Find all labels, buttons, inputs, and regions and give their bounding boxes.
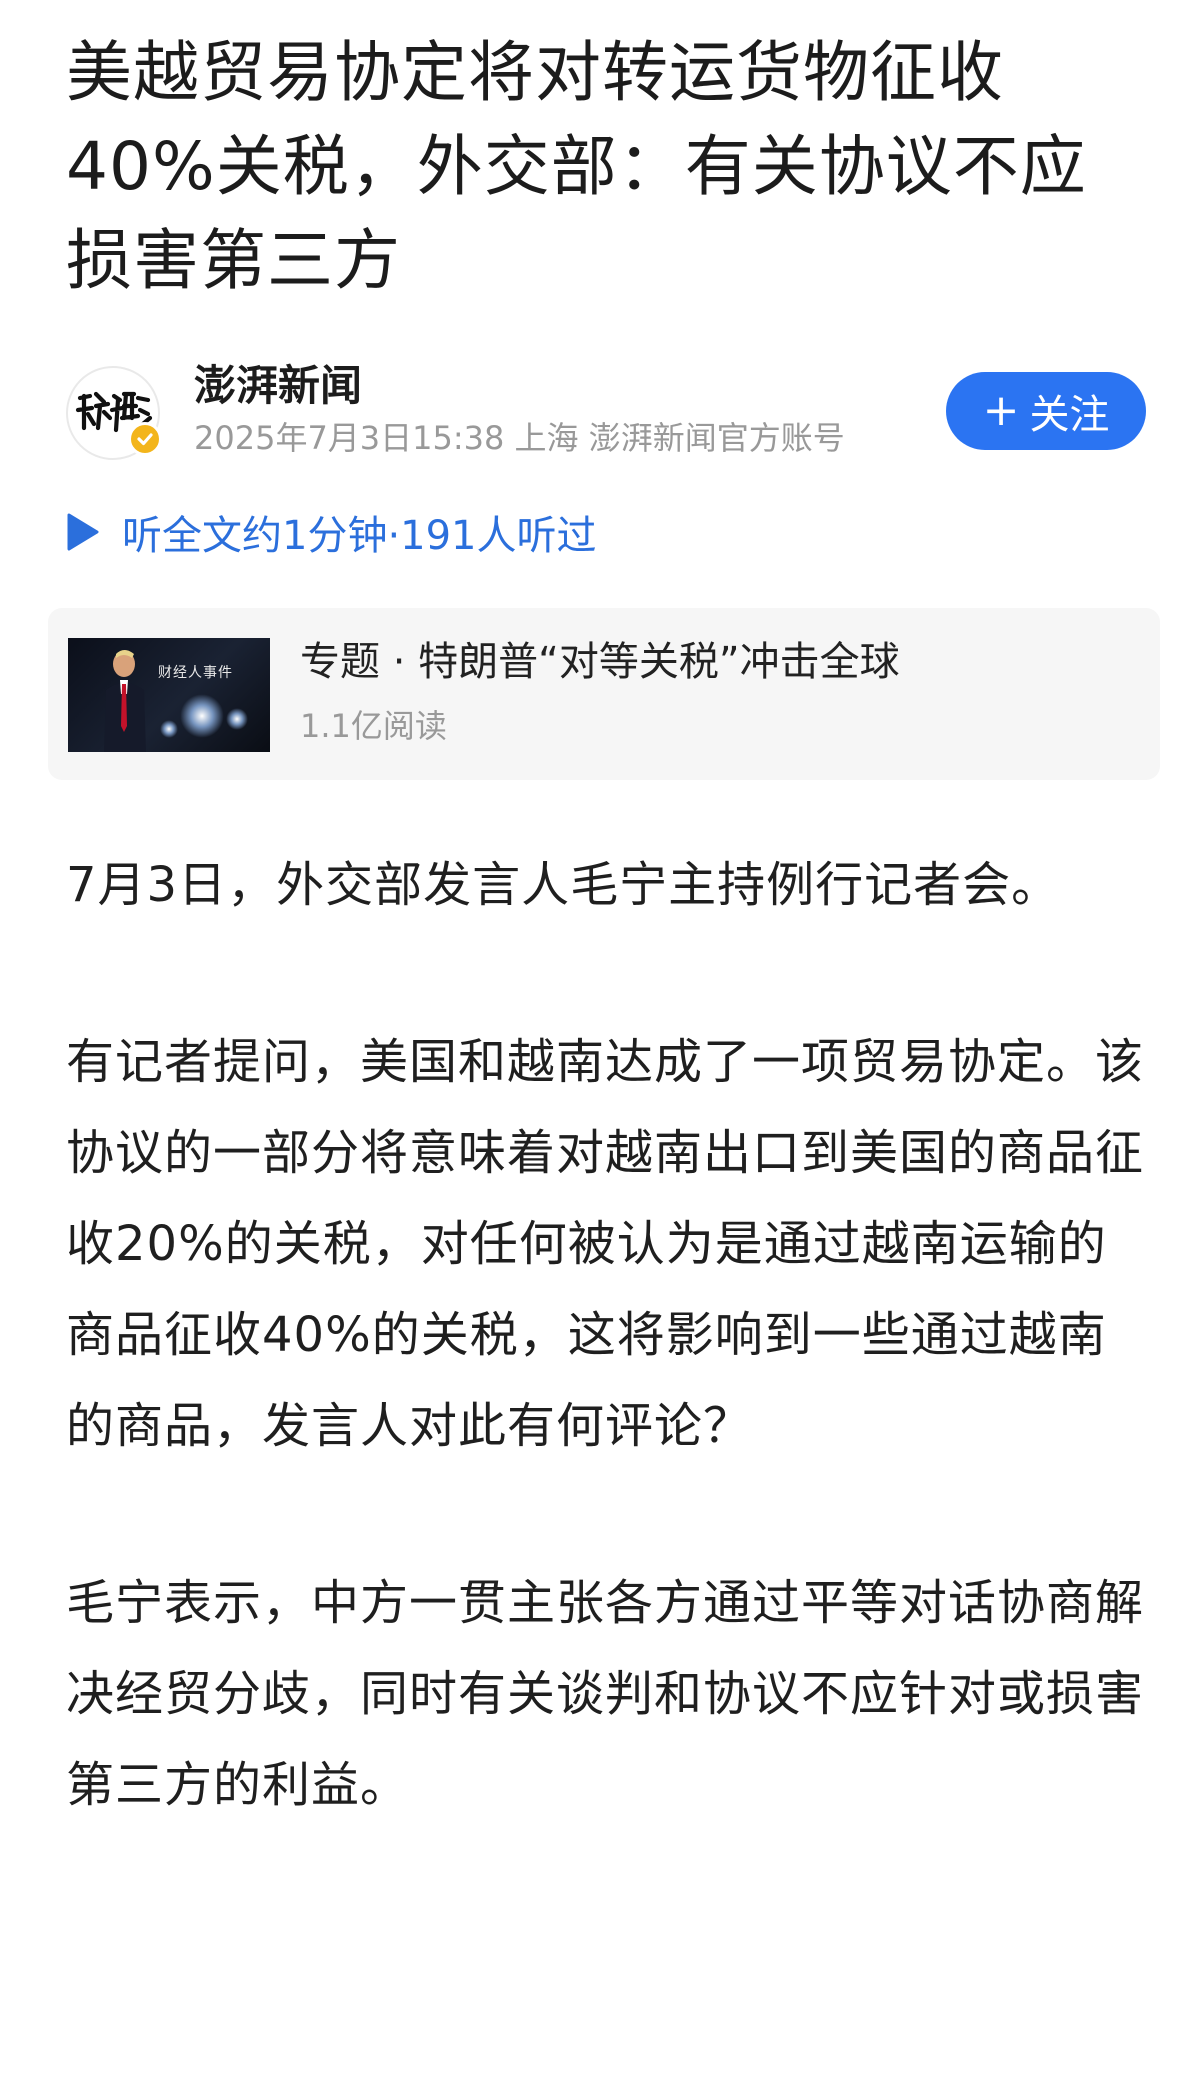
article-body: 7月3日，外交部发言人毛宁主持例行记者会。 有记者提问，美国和越南达成了一项贸易… xyxy=(66,840,1146,1917)
author-name[interactable]: 澎湃新闻 xyxy=(194,360,362,412)
listen-label: 听全文约1分钟·191人听过 xyxy=(122,513,597,559)
stage-light xyxy=(160,720,178,738)
article-title: 美越贸易协定将对转运货物征收40%关税，外交部：有关协议不应损害第三方 xyxy=(66,34,1087,299)
article-page: 美越贸易协定将对转运货物征收40%关税，外交部：有关协议不应损害第三方 澎湃新闻… xyxy=(0,0,1201,2089)
body-paragraph: 有记者提问，美国和越南达成了一项贸易协定。该协议的一部分将意味着对越南出口到美国… xyxy=(66,1034,1145,1454)
plus-icon: + xyxy=(982,385,1020,436)
author-row: 澎湃新闻 2025年7月3日15:38 上海 澎湃新闻官方账号 + 关注 xyxy=(66,360,1146,462)
stage-light xyxy=(180,694,224,738)
body-paragraph: 7月3日，外交部发言人毛宁主持例行记者会。 xyxy=(66,857,1061,913)
topic-title: 专题 · 特朗普“对等关税”冲击全球 xyxy=(300,639,900,685)
topic-card[interactable]: 财经人事件 专题 · 特朗普“对等关税”冲击全球 1.1亿阅读 xyxy=(48,608,1160,780)
follow-button[interactable]: + 关注 xyxy=(946,372,1146,450)
follow-button-label: 关注 xyxy=(1029,392,1110,438)
topic-thumbnail: 财经人事件 xyxy=(68,638,270,752)
verified-check-icon xyxy=(128,422,162,456)
author-meta: 2025年7月3日15:38 上海 澎湃新闻官方账号 xyxy=(194,419,845,457)
person-figure-icon xyxy=(104,650,146,752)
play-icon xyxy=(67,513,99,551)
stage-light xyxy=(226,708,248,730)
thumbnail-caption: 财经人事件 xyxy=(158,665,233,681)
topic-read-count: 1.1亿阅读 xyxy=(300,707,447,745)
author-avatar[interactable] xyxy=(66,366,162,460)
listen-audio-button[interactable]: 听全文约1分钟·191人听过 xyxy=(66,504,597,560)
body-paragraph: 毛宁表示，中方一贯主张各方通过平等对话协商解决经贸分歧，同时有关谈判和协议不应针… xyxy=(66,1575,1145,1813)
